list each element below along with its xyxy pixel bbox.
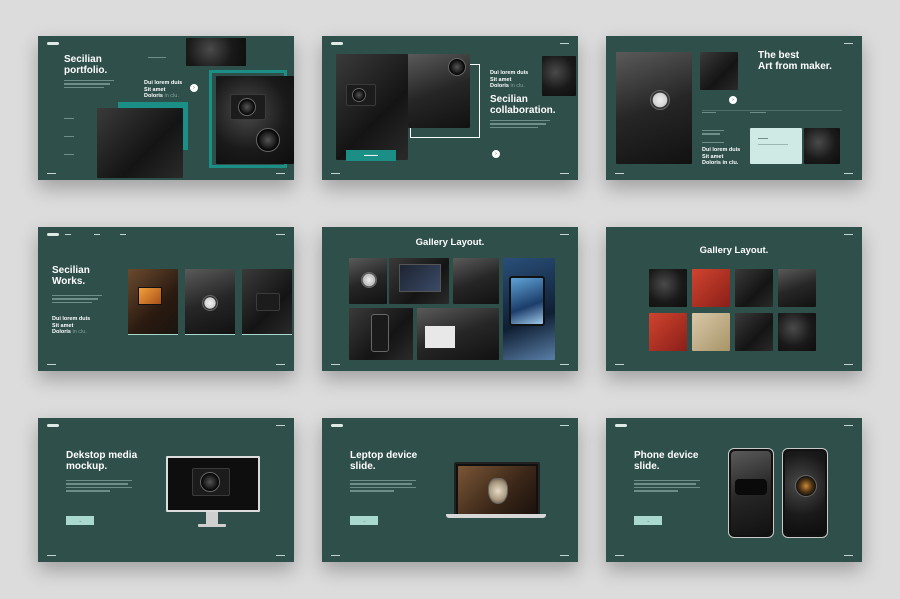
arrow-right-icon[interactable]: ›	[190, 84, 198, 92]
slide-title: Gallery Layout.	[699, 245, 769, 256]
lens-icon	[238, 98, 256, 116]
cup-icon	[361, 272, 377, 288]
sunglasses-icon	[735, 479, 767, 495]
photo-phone-black	[735, 269, 773, 307]
photo-tablet-desk	[503, 258, 555, 360]
photo-phone-red	[649, 313, 687, 351]
slide-gallery-layout-1[interactable]: ▬▬▬ Gallery Layout. ▬▬▬ ▬▬▬	[322, 227, 578, 371]
lens-icon	[256, 128, 280, 152]
screen-icon	[399, 264, 441, 292]
slide-subtitle: Dui lorem duis Sit amet Doloris in clu.	[52, 316, 91, 335]
body-paragraph	[64, 80, 114, 90]
arrow-right-icon[interactable]: →	[66, 516, 94, 525]
desktop-monitor	[166, 456, 260, 512]
slide-laptop-device[interactable]: ▬▬▬ Leptop device slide. → ▬▬▬ ▬▬▬	[322, 418, 578, 562]
laptop-screen	[454, 462, 540, 516]
slide-title: Secilian collaboration.	[490, 94, 556, 116]
arrow-right-icon[interactable]: →	[350, 516, 378, 525]
arrow-right-icon[interactable]: →	[634, 516, 662, 525]
clock-icon	[448, 58, 466, 76]
body-paragraph	[350, 480, 416, 494]
photo-watch	[616, 52, 692, 164]
slide-secilian-portfolio[interactable]: Secilian portfolio. Dui lorem duis Sit a…	[38, 36, 294, 180]
slide-title: Gallery Layout.	[415, 237, 485, 248]
slide-title: Leptop device slide.	[350, 450, 418, 472]
photo-hand-device	[700, 52, 738, 90]
slide-phone-device[interactable]: ▬▬▬ Phone device slide. → ▬▬▬ ▬▬▬	[606, 418, 862, 562]
photo-phone-hand	[349, 308, 413, 360]
body-paragraph	[66, 480, 132, 494]
mint-card	[750, 128, 802, 164]
slide-secilian-works[interactable]: ▬▬ ▬▬ ▬▬ ▬▬▬ Secilian Works. Dui lorem d…	[38, 227, 294, 371]
brand-logo	[331, 424, 343, 427]
brand-logo	[331, 42, 343, 45]
dragon-figure-icon	[488, 478, 508, 504]
lens-icon	[352, 88, 366, 102]
photo-cameras	[336, 54, 408, 160]
photo-gamepad	[542, 56, 576, 96]
photo-watch-arm	[185, 269, 235, 335]
watch-icon	[650, 90, 670, 110]
photo-camera-3	[735, 313, 773, 351]
photo-camera-small	[804, 128, 840, 164]
lens-icon	[200, 472, 220, 492]
watch-icon	[202, 295, 218, 311]
photo-hand-camera	[242, 269, 292, 335]
photo-headphones	[778, 313, 816, 351]
photo-laptop-hands	[453, 258, 499, 304]
photo-laptop-screen	[389, 258, 449, 304]
brand-logo	[47, 424, 59, 427]
phone-mockup-2	[782, 448, 828, 538]
photo-tablet	[128, 269, 178, 335]
slide-title: The best Art from maker.	[758, 50, 832, 72]
brand-logo	[47, 42, 59, 45]
body-paragraph	[52, 295, 102, 305]
slide-title: Secilian portfolio.	[64, 54, 108, 76]
arrow-right-icon[interactable]: ›	[729, 96, 737, 104]
slide-best-art[interactable]: ▬▬▬ The best Art from maker. › Dui lorem…	[606, 36, 862, 180]
slide-gallery-layout-2[interactable]: ▬▬▬ Gallery Layout. ▬▬▬ ▬▬▬	[606, 227, 862, 371]
photo-camera-1	[649, 269, 687, 307]
slide-desktop-mockup[interactable]: ▬▬▬ Dekstop media mockup. → ▬▬▬ ▬▬▬	[38, 418, 294, 562]
slide-subtitle: Dui lorem duis Sit amet Doloris in clu.	[702, 147, 741, 166]
photo-camera-gear	[97, 108, 183, 178]
photo-writing	[417, 308, 499, 360]
brand-logo	[47, 233, 59, 236]
phone-icon	[371, 314, 389, 352]
slide-secilian-collaboration[interactable]: ▬▬▬ ▬▬▬▬ Dui lorem duis Sit amet Doloris…	[322, 36, 578, 180]
tablet-icon	[509, 276, 545, 326]
photo-camera-top	[186, 38, 246, 66]
photo-desk-top	[408, 54, 470, 128]
body-paragraph	[490, 120, 550, 130]
phone-mockup-1	[728, 448, 774, 538]
photo-camera-2	[778, 269, 816, 307]
notebook-icon	[425, 326, 455, 348]
brand-logo	[615, 424, 627, 427]
photo-camera-red	[692, 269, 730, 307]
slide-title: Dekstop media mockup.	[66, 450, 138, 472]
photo-camera-lens	[216, 76, 294, 164]
arrow-right-icon[interactable]: ›	[492, 150, 500, 158]
slide-subtitle: Dui lorem duis Sit amet Doloris in clu.	[490, 70, 529, 89]
slide-subtitle: Dui lorem duis Sit amet Doloris in clu.	[144, 80, 183, 99]
slide-title: Secilian Works.	[52, 265, 90, 287]
read-more-button[interactable]: ▬▬▬▬	[346, 150, 396, 161]
photo-coffee	[349, 258, 387, 304]
tablet-icon	[138, 287, 162, 305]
body-paragraph	[634, 480, 700, 494]
camera-icon	[256, 293, 280, 311]
lens-icon	[795, 475, 817, 497]
photo-camera-beige	[692, 313, 730, 351]
slide-title: Phone device slide.	[634, 450, 699, 472]
